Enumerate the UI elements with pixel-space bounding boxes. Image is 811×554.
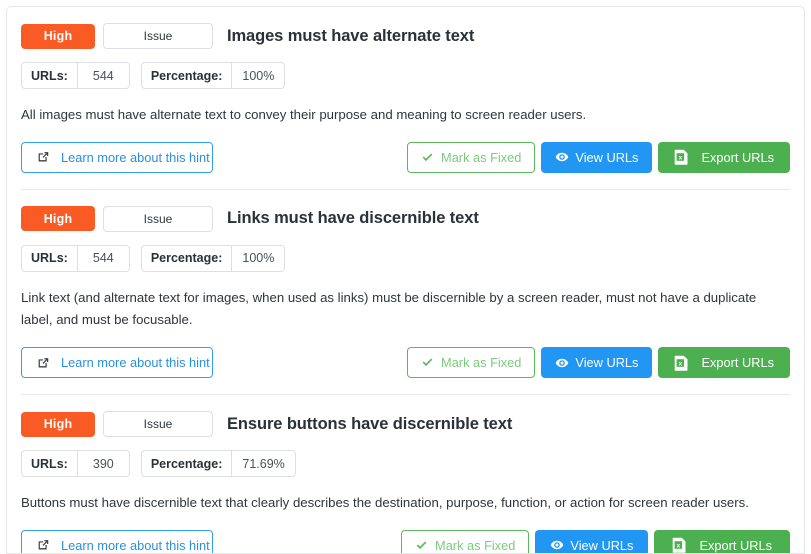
severity-badge: High	[21, 23, 95, 49]
learn-more-label: Learn more about this hint	[61, 537, 210, 553]
hint-item: High Issue Ensure buttons have discernib…	[7, 395, 804, 553]
svg-text:x: x	[679, 155, 683, 162]
spreadsheet-file-icon: x	[674, 149, 689, 166]
mark-as-fixed-button[interactable]: Mark as Fixed	[407, 347, 536, 379]
stat-value: 544	[76, 245, 129, 271]
hint-title: Images must have alternate text	[227, 26, 475, 45]
check-icon	[415, 539, 428, 552]
mark-as-fixed-label: Mark as Fixed	[441, 149, 522, 165]
mark-as-fixed-label: Mark as Fixed	[441, 355, 522, 371]
stat-value: 544	[76, 63, 129, 88]
learn-more-button[interactable]: Learn more about this hint	[21, 141, 213, 173]
hint-stats: URLs: 390 Percentage: 71.69%	[21, 437, 790, 478]
stat-value: 390	[76, 451, 129, 477]
stat-percentage: Percentage: 71.69%	[140, 450, 296, 478]
check-icon	[421, 356, 434, 369]
type-badge: Issue	[103, 411, 213, 438]
stat-urls: URLs: 544	[21, 62, 130, 89]
hint-stats: URLs: 544 Percentage: 100%	[21, 232, 790, 272]
stat-urls: URLs: 390	[21, 450, 130, 478]
hint-stats: URLs: 544 Percentage: 100%	[21, 49, 790, 89]
learn-more-label: Learn more about this hint	[61, 355, 210, 371]
external-link-icon	[36, 356, 50, 370]
svg-text:x: x	[679, 360, 683, 367]
stat-label: Percentage:	[150, 251, 223, 266]
stat-label: Percentage:	[150, 68, 223, 83]
view-urls-button[interactable]: View URLs	[541, 141, 653, 173]
stat-label: Percentage:	[150, 456, 223, 471]
hint-description: Buttons must have discernible text that …	[21, 495, 749, 511]
stat-label: URLs:	[31, 251, 68, 266]
mark-as-fixed-button[interactable]: Mark as Fixed	[401, 529, 530, 553]
view-urls-label: View URLs	[575, 149, 639, 165]
type-badge: Issue	[103, 205, 213, 232]
hint-title: Links must have discernible text	[227, 209, 479, 228]
hint-item: High Issue Links must have discernible t…	[7, 190, 804, 394]
eye-icon	[555, 150, 569, 164]
stat-value: 100%	[231, 245, 284, 271]
learn-more-label: Learn more about this hint	[61, 149, 210, 165]
eye-icon	[555, 356, 569, 370]
external-link-icon	[36, 150, 50, 164]
hint-header: High Issue Links must have discernible t…	[21, 190, 790, 232]
check-icon	[421, 151, 434, 164]
learn-more-button[interactable]: Learn more about this hint	[21, 347, 213, 379]
svg-text:x: x	[677, 543, 681, 550]
hint-description: Link text (and alternate text for images…	[21, 289, 757, 328]
eye-icon	[550, 538, 564, 552]
hint-description: All images must have alternate text to c…	[21, 107, 587, 122]
export-urls-button[interactable]: x Export URLs	[658, 347, 790, 379]
view-urls-label: View URLs	[570, 537, 634, 553]
external-link-icon	[36, 538, 50, 552]
type-badge: Issue	[103, 23, 213, 49]
severity-badge: High	[21, 411, 95, 437]
hint-actions: Learn more about this hint Mark as Fixed…	[21, 127, 790, 189]
hints-card: High Issue Images must have alternate te…	[6, 6, 805, 554]
stat-urls: URLs: 544	[21, 244, 130, 272]
view-urls-label: View URLs	[575, 355, 639, 371]
hint-actions: Learn more about this hint Mark as Fixed…	[21, 332, 790, 394]
mark-as-fixed-button[interactable]: Mark as Fixed	[407, 141, 536, 173]
export-urls-label: Export URLs	[699, 537, 772, 553]
spreadsheet-file-icon: x	[672, 537, 687, 553]
stat-value: 100%	[231, 63, 284, 88]
hint-header: High Issue Images must have alternate te…	[21, 7, 790, 49]
hint-actions: Learn more about this hint Mark as Fixed…	[21, 515, 790, 553]
stat-percentage: Percentage: 100%	[140, 62, 286, 89]
hint-item: High Issue Images must have alternate te…	[7, 7, 804, 189]
stat-value: 71.69%	[231, 451, 294, 477]
stat-percentage: Percentage: 100%	[140, 244, 286, 272]
spreadsheet-file-icon: x	[674, 355, 689, 371]
hint-title: Ensure buttons have discernible text	[227, 414, 513, 433]
view-urls-button[interactable]: View URLs	[541, 347, 653, 379]
export-urls-label: Export URLs	[701, 149, 774, 165]
learn-more-button[interactable]: Learn more about this hint	[21, 529, 213, 553]
stat-label: URLs:	[31, 68, 68, 83]
mark-as-fixed-label: Mark as Fixed	[435, 537, 516, 553]
export-urls-label: Export URLs	[701, 355, 774, 371]
export-urls-button[interactable]: x Export URLs	[654, 529, 790, 553]
severity-badge: High	[21, 206, 95, 232]
stat-label: URLs:	[31, 456, 68, 471]
view-urls-button[interactable]: View URLs	[535, 529, 649, 553]
export-urls-button[interactable]: x Export URLs	[658, 141, 790, 173]
hint-header: High Issue Ensure buttons have discernib…	[21, 395, 790, 438]
